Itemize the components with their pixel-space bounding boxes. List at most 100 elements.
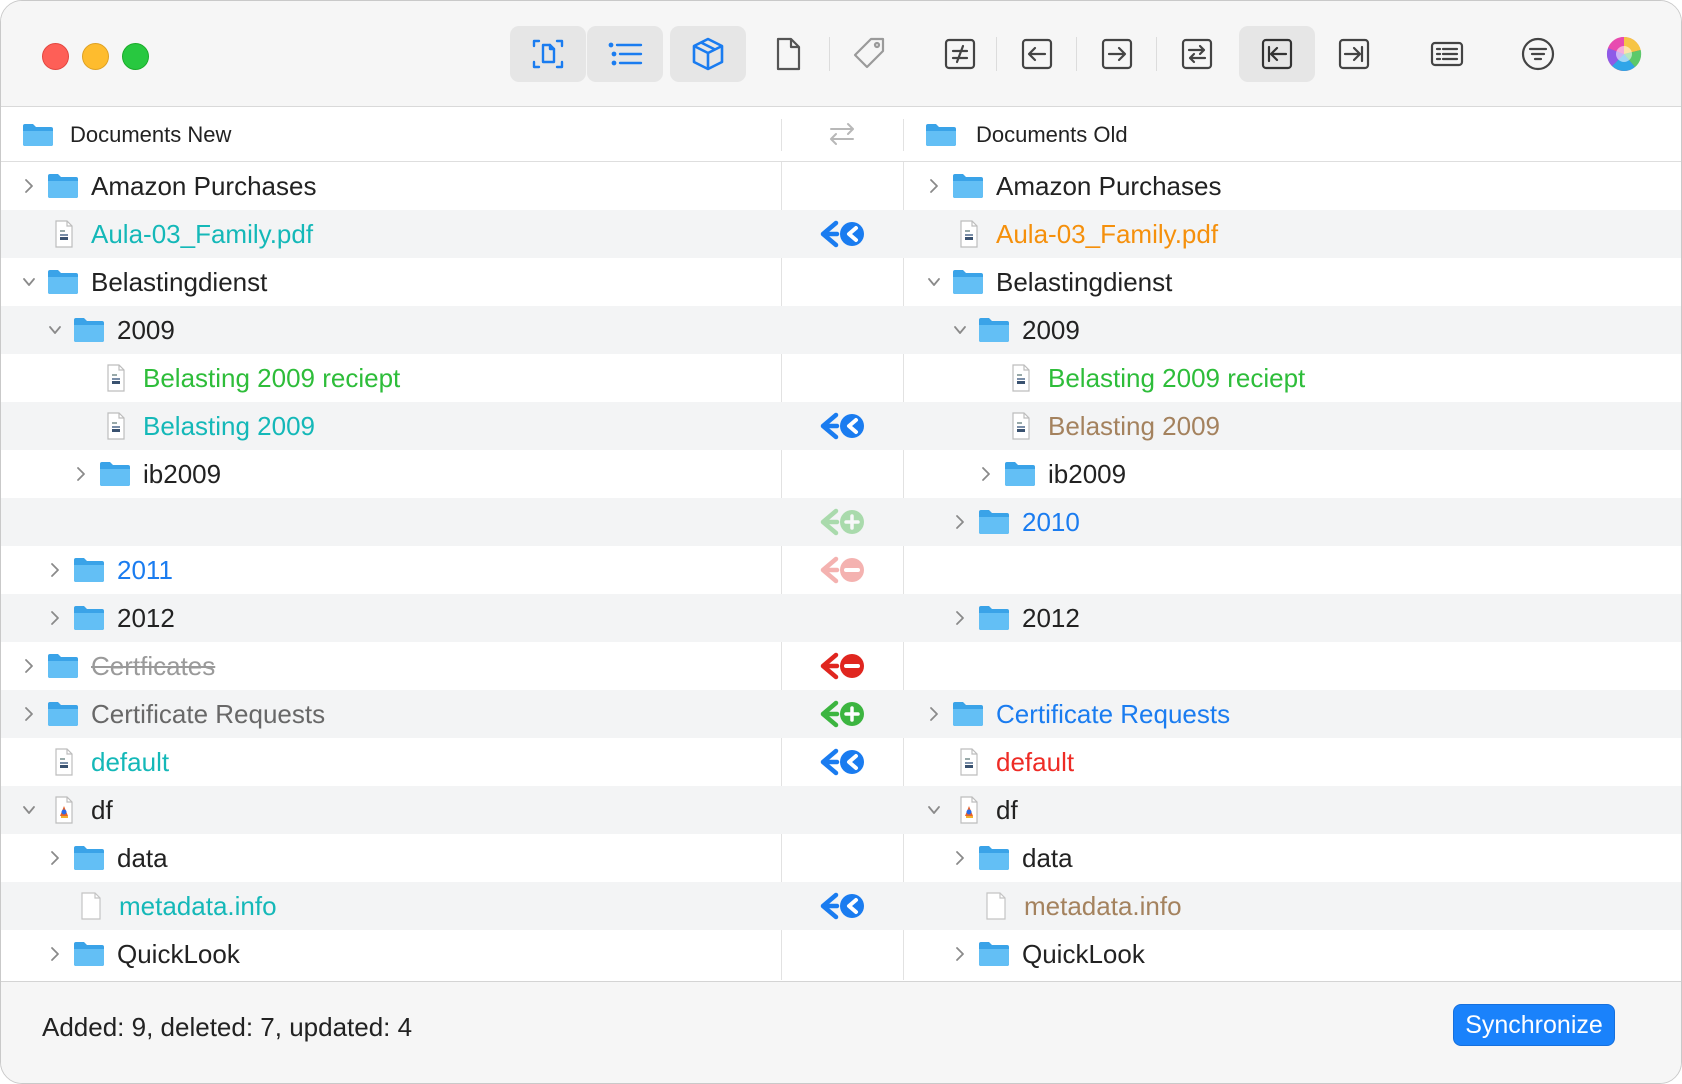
right-item[interactable]: Belasting 2009 reciept <box>978 354 1305 402</box>
comparison-row[interactable]: Certificate Requests Certificate Requests <box>1 690 1681 738</box>
compare-content-button[interactable] <box>510 26 586 82</box>
left-item[interactable]: df <box>21 786 113 834</box>
comparison-row[interactable]: Belasting 2009 Belasting 2009 <box>1 402 1681 450</box>
right-item[interactable]: 2010 <box>952 498 1080 546</box>
chevron-right-icon[interactable] <box>21 658 37 674</box>
list-view-button[interactable] <box>587 26 663 82</box>
chevron-right-icon[interactable] <box>47 850 63 866</box>
right-item[interactable]: Belasting 2009 <box>978 402 1220 450</box>
sync-action-cell[interactable] <box>781 690 903 738</box>
left-item[interactable]: data <box>47 834 168 882</box>
comparison-row[interactable]: Aula-03_Family.pdf Aula-03_Family.pdf <box>1 210 1681 258</box>
left-item[interactable]: Belasting 2009 <box>73 402 315 450</box>
show-different-button[interactable] <box>922 26 998 82</box>
comparison-row[interactable]: Amazon Purchases Amazon Purchases <box>1 162 1681 210</box>
chevron-down-icon[interactable] <box>21 274 37 290</box>
left-item[interactable]: Belastingdienst <box>21 258 267 306</box>
sync-add-icon[interactable] <box>818 698 866 730</box>
chevron-right-icon[interactable] <box>952 610 968 626</box>
left-item[interactable]: Amazon Purchases <box>21 162 316 210</box>
comparison-row[interactable]: 2012 2012 <box>1 594 1681 642</box>
sync-to-right-button[interactable] <box>1316 26 1392 82</box>
left-item[interactable]: Certficates <box>21 642 215 690</box>
sync-action-cell[interactable] <box>781 882 903 930</box>
chevron-right-icon[interactable] <box>47 610 63 626</box>
sync-update-icon[interactable] <box>818 218 866 250</box>
synchronize-button[interactable]: Synchronize <box>1453 1004 1615 1046</box>
comparison-row[interactable]: ib2009 ib2009 <box>1 450 1681 498</box>
comparison-row[interactable]: default default <box>1 738 1681 786</box>
left-item[interactable]: 2009 <box>47 306 175 354</box>
comparison-row[interactable]: df df <box>1 786 1681 834</box>
comparison-row[interactable]: Belasting 2009 reciept Belasting 2009 rec… <box>1 354 1681 402</box>
left-item[interactable]: Belasting 2009 reciept <box>73 354 400 402</box>
right-item[interactable]: QuickLook <box>952 930 1145 978</box>
details-button[interactable] <box>1409 26 1485 82</box>
sync-add-icon[interactable] <box>818 506 866 538</box>
chevron-down-icon[interactable] <box>952 322 968 338</box>
chevron-right-icon[interactable] <box>21 706 37 722</box>
swap-sides-icon[interactable] <box>827 119 857 149</box>
right-item[interactable]: Certificate Requests <box>926 690 1230 738</box>
comparison-row[interactable]: 2009 2009 <box>1 306 1681 354</box>
right-item[interactable]: 2009 <box>952 306 1080 354</box>
close-window-button[interactable] <box>42 43 69 70</box>
chevron-right-icon[interactable] <box>952 514 968 530</box>
comparison-row[interactable]: data data <box>1 834 1681 882</box>
sync-action-cell[interactable] <box>781 402 903 450</box>
left-item[interactable]: Certificate Requests <box>21 690 325 738</box>
sync-action-cell[interactable] <box>781 642 903 690</box>
zoom-window-button[interactable] <box>122 43 149 70</box>
comparison-row[interactable]: 2011 <box>1 546 1681 594</box>
filter-button[interactable] <box>1500 26 1576 82</box>
right-item[interactable]: default <box>926 738 1074 786</box>
chevron-right-icon[interactable] <box>21 178 37 194</box>
sync-update-icon[interactable] <box>818 746 866 778</box>
left-item[interactable]: Aula-03_Family.pdf <box>21 210 313 258</box>
left-item[interactable]: 2012 <box>47 594 175 642</box>
sync-update-icon[interactable] <box>818 410 866 442</box>
color-button[interactable] <box>1586 26 1662 82</box>
left-item[interactable]: ib2009 <box>73 450 221 498</box>
minimize-window-button[interactable] <box>82 43 109 70</box>
chevron-right-icon[interactable] <box>73 466 89 482</box>
right-item[interactable]: Belastingdienst <box>926 258 1172 306</box>
chevron-right-icon[interactable] <box>47 946 63 962</box>
comparison-row[interactable]: metadata.info metadata.info <box>1 882 1681 930</box>
comparison-row[interactable]: Certficates <box>1 642 1681 690</box>
chevron-right-icon[interactable] <box>47 562 63 578</box>
sync-delete-icon[interactable] <box>818 650 866 682</box>
package-button[interactable] <box>670 26 746 82</box>
chevron-down-icon[interactable] <box>47 322 63 338</box>
sync-action-cell[interactable] <box>781 738 903 786</box>
swap-button[interactable] <box>1159 26 1235 82</box>
file-button[interactable] <box>750 26 826 82</box>
chevron-right-icon[interactable] <box>926 178 942 194</box>
right-item[interactable]: 2012 <box>952 594 1080 642</box>
copy-right-button[interactable] <box>1079 26 1155 82</box>
chevron-right-icon[interactable] <box>952 946 968 962</box>
left-item[interactable]: QuickLook <box>47 930 240 978</box>
chevron-down-icon[interactable] <box>21 802 37 818</box>
right-item[interactable]: df <box>926 786 1018 834</box>
chevron-down-icon[interactable] <box>926 274 942 290</box>
chevron-right-icon[interactable] <box>978 466 994 482</box>
right-item[interactable]: Amazon Purchases <box>926 162 1221 210</box>
sync-to-left-button[interactable] <box>1239 26 1315 82</box>
sync-delete-icon[interactable] <box>818 554 866 586</box>
comparison-row[interactable]: 2010 <box>1 498 1681 546</box>
sync-action-cell[interactable] <box>781 546 903 594</box>
right-item[interactable]: data <box>952 834 1073 882</box>
right-item[interactable]: metadata.info <box>952 882 1182 930</box>
chevron-right-icon[interactable] <box>952 850 968 866</box>
tag-button[interactable] <box>831 26 907 82</box>
chevron-right-icon[interactable] <box>926 706 942 722</box>
right-item[interactable]: ib2009 <box>978 450 1126 498</box>
sync-action-cell[interactable] <box>781 210 903 258</box>
left-item[interactable]: 2011 <box>47 546 173 594</box>
left-item[interactable]: default <box>21 738 169 786</box>
copy-left-button[interactable] <box>999 26 1075 82</box>
left-item[interactable]: metadata.info <box>47 882 277 930</box>
sync-update-icon[interactable] <box>818 890 866 922</box>
chevron-down-icon[interactable] <box>926 802 942 818</box>
